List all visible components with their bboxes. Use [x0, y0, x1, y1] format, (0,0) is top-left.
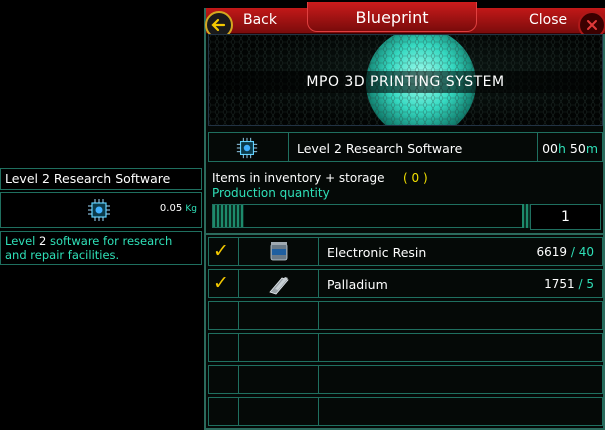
tooltip-title: Level 2 Research Software — [0, 168, 202, 190]
blueprint-item-row: Level 2 Research Software 00h 50m — [208, 132, 603, 162]
material-quantity: 1751 / 5 — [544, 277, 594, 291]
check-icon: ✓ — [213, 240, 229, 262]
slider-max-marker — [522, 204, 530, 228]
material-name: Electronic Resin — [327, 245, 427, 260]
printer-name: MPO 3D PRINTING SYSTEM — [306, 74, 505, 90]
back-label[interactable]: Back — [243, 12, 277, 28]
item-name: Level 2 Research Software — [297, 141, 463, 156]
divider — [206, 233, 605, 235]
material-row-empty — [208, 397, 603, 426]
quantity-slider[interactable] — [212, 204, 530, 228]
tooltip-info-box: 0.05 Kg — [0, 192, 202, 228]
tooltip-description: Level 2 software for research and repair… — [0, 231, 202, 265]
resin-canister-icon — [270, 242, 288, 261]
production-quantity-label: Production quantity — [212, 186, 330, 200]
check-icon: ✓ — [213, 272, 229, 294]
inventory-count: ( 0 ) — [403, 171, 428, 185]
slider-handle[interactable] — [213, 205, 244, 227]
close-label[interactable]: Close — [529, 12, 567, 28]
inventory-label: Items in inventory + storage — [212, 171, 385, 185]
material-row-empty — [208, 301, 603, 330]
chip-icon — [236, 137, 258, 159]
weight-unit: Kg — [185, 204, 197, 214]
material-row: ✓ Electronic Resin 6619 / 40 — [208, 237, 603, 266]
production-time: 00h 50m — [542, 141, 598, 156]
material-name: Palladium — [327, 277, 388, 292]
material-row-empty — [208, 365, 603, 394]
metal-bar-icon — [269, 277, 289, 295]
material-quantity: 6619 / 40 — [536, 245, 595, 259]
material-row: ✓ Palladium 1751 / 5 — [208, 269, 603, 298]
page-title: Blueprint — [355, 8, 429, 27]
quantity-field[interactable]: 1 — [530, 204, 601, 230]
material-row-empty — [208, 333, 603, 362]
chip-icon — [88, 199, 110, 221]
item-weight: 0.05 Kg — [159, 203, 197, 214]
